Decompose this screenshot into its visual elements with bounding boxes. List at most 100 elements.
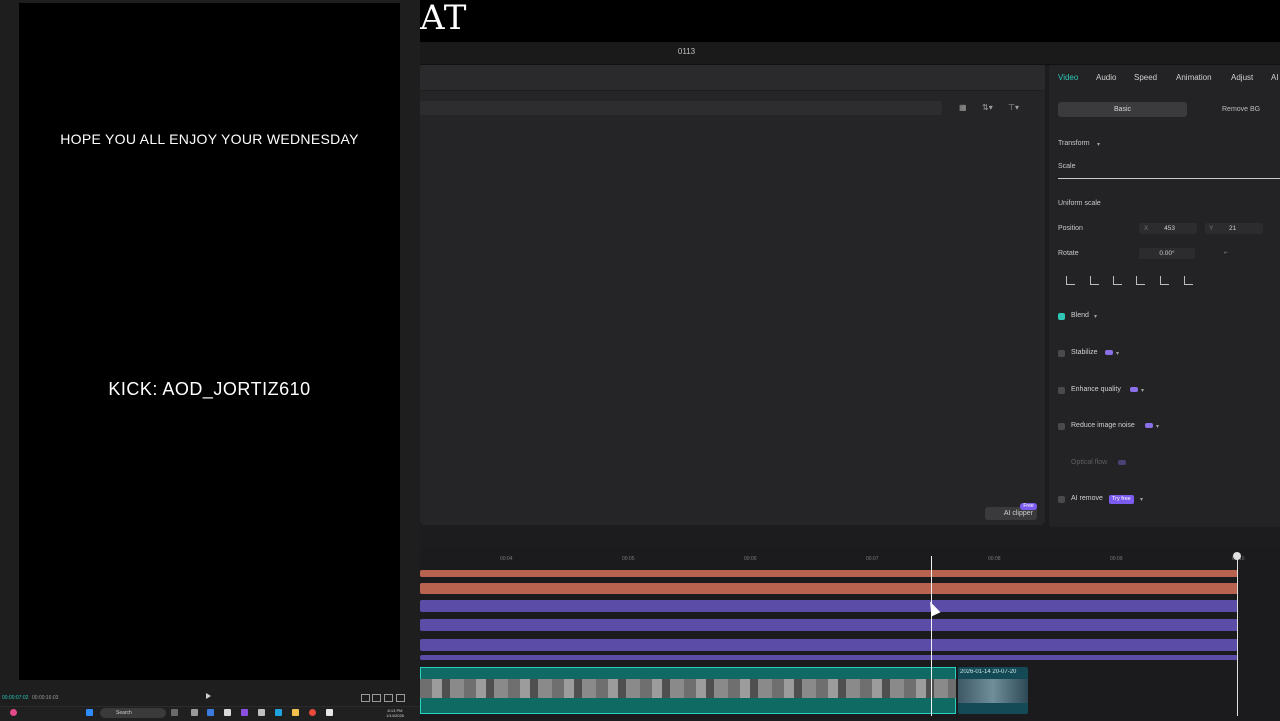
app-icon[interactable] [326,709,333,716]
clock-date: 1/14/2026 [386,713,404,718]
ratio-icon[interactable] [361,694,370,702]
align-center-v-icon[interactable] [1160,276,1169,285]
filter-icon[interactable]: ⊤▾ [1008,104,1019,112]
chevron-down-icon[interactable]: ▾ [1116,350,1119,357]
reset-rotate-icon[interactable]: ⌐ [1224,250,1228,256]
app-icon[interactable] [10,709,17,716]
app-icon[interactable] [207,709,214,716]
reduce-noise-label[interactable]: Reduce image noise [1071,422,1135,429]
text-clip-track[interactable] [420,570,1238,577]
blend-checkbox[interactable] [1058,313,1065,320]
folder-icon[interactable] [292,709,299,716]
chevron-down-icon[interactable]: ▾ [1097,141,1100,148]
ruler-tick: 00:06 [744,556,757,562]
app-icon[interactable] [224,709,231,716]
fullscreen-icon[interactable] [396,694,405,702]
align-bottom-icon[interactable] [1184,276,1193,285]
overlay-text-2: KICK: AOD_JORTIZ610 [108,379,311,399]
effect-clip-track[interactable] [420,655,1238,660]
subtab-remove-bg[interactable]: Remove BG [1222,102,1280,117]
media-search-bar[interactable] [420,101,942,115]
ai-remove-label[interactable]: AI remove [1071,495,1103,502]
enhance-quality-checkbox[interactable] [1058,387,1065,394]
position-x-value: 453 [1164,225,1176,232]
try-free-badge: Try free [1109,495,1134,504]
position-y-field[interactable]: Y 21 [1205,223,1263,234]
align-right-icon[interactable] [1113,276,1122,285]
position-label: Position [1058,225,1083,232]
free-badge: Free [1020,503,1037,510]
video-thumbnails [420,679,956,698]
tab-adjust[interactable]: Adjust [1231,73,1253,82]
tab-speed[interactable]: Speed [1134,73,1157,82]
tab-animation[interactable]: Animation [1176,73,1212,82]
ruler-tick: 00:04 [500,556,513,562]
play-icon[interactable] [206,693,211,699]
chevron-down-icon[interactable]: ▾ [1156,423,1159,430]
tab-audio[interactable]: Audio [1096,73,1116,82]
clip-label: 2026-01-14 20-07-20 [960,669,1017,675]
reduce-noise-checkbox[interactable] [1058,423,1065,430]
optical-flow-label: Optical flow [1071,459,1108,466]
clip-thumbnail [958,679,1028,703]
enhance-quality-label[interactable]: Enhance quality [1071,386,1121,393]
windows-start-icon[interactable] [86,709,93,716]
media-panel-header [420,65,1045,91]
browser-icon[interactable] [275,709,282,716]
project-title: 0113 [677,47,696,56]
chrome-icon[interactable] [309,709,316,716]
premium-gem-icon [1105,350,1113,355]
video-preview[interactable]: HOPE YOU ALL ENJOY YOUR WEDNESDAY KICK: … [19,3,400,680]
effect-clip-track[interactable] [420,639,1238,651]
app-icon[interactable] [258,709,265,716]
ruler-tick: 00:05 [622,556,635,562]
align-left-icon[interactable] [1066,276,1075,285]
quality-icon[interactable] [372,694,381,702]
stabilize-label[interactable]: Stabilize [1071,349,1097,356]
inspector-panel [1049,65,1280,527]
grid-view-icon[interactable]: ▦ [959,104,967,112]
current-timecode: 00:00:07:02 [2,695,29,701]
ruler-tick: 00:08 [988,556,1001,562]
x-axis-label: X [1144,225,1149,232]
chevron-down-icon[interactable]: ▾ [1140,496,1143,503]
scale-label: Scale [1058,163,1076,170]
align-top-icon[interactable] [1136,276,1145,285]
ruler-tick: 00:07 [866,556,879,562]
tab-ai[interactable]: AI [1271,73,1279,82]
effect-clip-track[interactable] [420,600,1238,612]
transform-label[interactable]: Transform [1058,140,1090,147]
playhead[interactable] [931,556,932,716]
scale-slider[interactable] [1058,178,1280,179]
end-marker-handle[interactable] [1233,552,1241,560]
top-bar [420,0,1280,42]
app-icon[interactable] [241,709,248,716]
blend-label[interactable]: Blend [1071,312,1089,319]
sort-icon[interactable]: ⇅▾ [982,104,993,112]
premium-gem-icon [1118,460,1126,465]
rotate-field[interactable]: 0.00° [1139,248,1195,259]
align-center-h-icon[interactable] [1090,276,1099,285]
premium-gem-icon [1130,387,1138,392]
taskbar-search[interactable]: Search [100,708,166,718]
effect-clip-track[interactable] [420,619,1238,631]
stabilize-checkbox[interactable] [1058,350,1065,357]
media-panel [420,65,1045,525]
chevron-down-icon[interactable]: ▾ [1094,313,1097,320]
app-icon[interactable] [171,709,178,716]
task-view-icon[interactable] [191,709,198,716]
ruler-tick: 00:09 [1110,556,1123,562]
premium-gem-icon [1145,423,1153,428]
crop-icon[interactable] [384,694,393,702]
taskbar-clock[interactable]: 8:13 PM 1/14/2026 [382,708,408,718]
end-marker[interactable] [1237,556,1238,716]
tab-video[interactable]: Video [1058,73,1078,82]
text-clip-track[interactable] [420,583,1238,594]
position-x-field[interactable]: X 453 [1139,223,1197,234]
chevron-down-icon[interactable]: ▾ [1141,387,1144,394]
y-axis-label: Y [1209,225,1214,232]
subtab-basic[interactable]: Basic [1058,102,1187,117]
overlay-text-1: HOPE YOU ALL ENJOY YOUR WEDNESDAY [60,131,359,147]
ai-remove-checkbox[interactable] [1058,496,1065,503]
uniform-scale-label: Uniform scale [1058,200,1101,207]
